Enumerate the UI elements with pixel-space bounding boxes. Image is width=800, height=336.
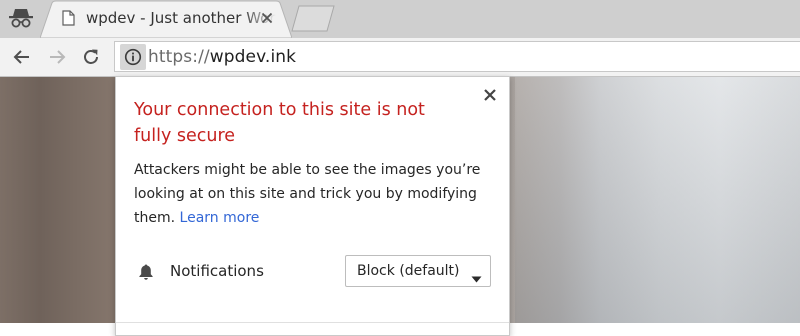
incognito-icon	[8, 6, 34, 30]
url-host: wpdev.ink	[209, 47, 297, 67]
bell-icon	[138, 263, 154, 285]
chevron-down-icon	[471, 268, 482, 287]
new-tab-icon[interactable]	[290, 4, 336, 36]
notifications-label: Notifications	[170, 262, 264, 280]
toolbar: https://wpdev.ink	[0, 38, 800, 77]
page-icon	[62, 10, 75, 30]
close-icon[interactable]	[482, 87, 498, 103]
learn-more-link[interactable]: Learn more	[180, 210, 260, 226]
notifications-permission-select[interactable]: Block (default)	[345, 255, 491, 287]
permission-row-notifications: Notifications Block (default)	[134, 253, 494, 289]
tab-title: wpdev - Just another WordPress site	[86, 9, 276, 27]
popup-title: Your connection to this site is not full…	[134, 100, 425, 146]
popup-description: Attackers might be able to see the image…	[134, 158, 494, 230]
reload-icon[interactable]	[81, 47, 101, 67]
url-scheme: https://	[148, 47, 210, 67]
tab-strip: wpdev - Just another WordPress site	[0, 0, 800, 38]
back-arrow-icon[interactable]	[12, 47, 32, 67]
info-icon[interactable]	[120, 44, 146, 70]
tab-active[interactable]: wpdev - Just another WordPress site	[40, 0, 292, 38]
site-info-popup: Your connection to this site is not full…	[115, 76, 510, 336]
permission-selected-value: Block (default)	[357, 263, 460, 279]
address-bar[interactable]: https://wpdev.ink	[114, 41, 800, 72]
tab-close-icon[interactable]	[259, 10, 275, 26]
forward-arrow-icon[interactable]	[47, 47, 67, 67]
url-text[interactable]: https://wpdev.ink	[148, 47, 296, 67]
